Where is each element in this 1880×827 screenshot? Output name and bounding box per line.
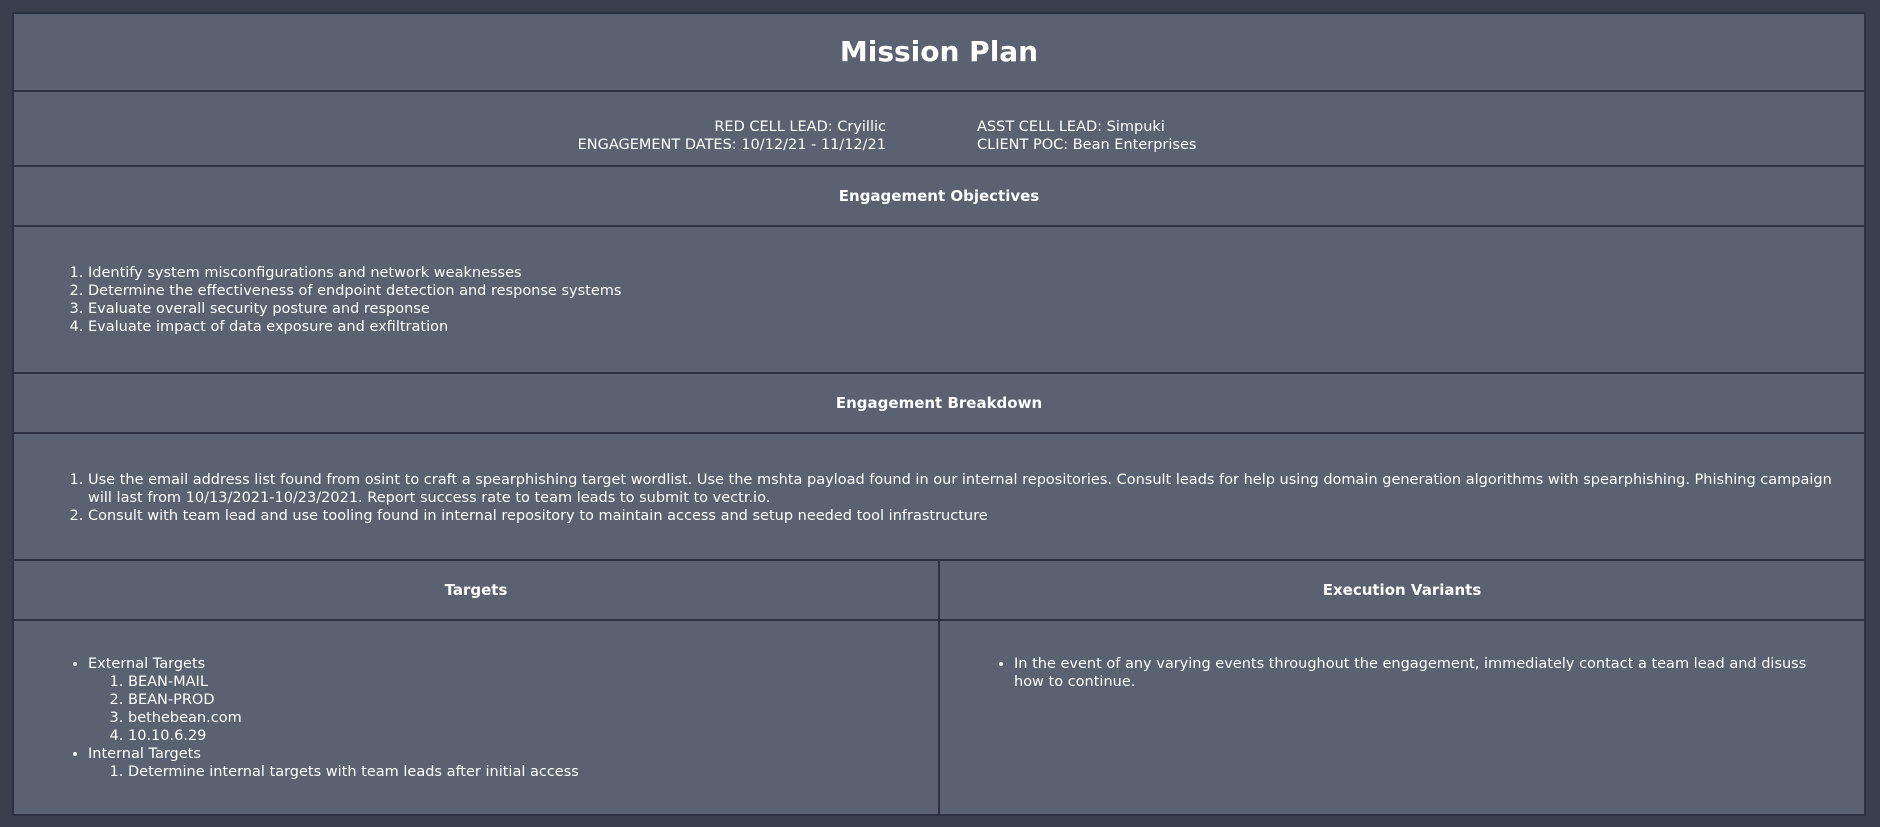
list-item: BEAN-MAIL (128, 673, 579, 691)
variants-heading: Execution Variants (1322, 581, 1482, 599)
variants-header: Execution Variants (940, 561, 1864, 621)
list-item: 10.10.6.29 (128, 727, 579, 745)
objectives-body: Identify system misconfigurations and ne… (14, 227, 1864, 374)
engagement-dates: ENGAGEMENT DATES: 10/12/21 - 11/12/21 (577, 137, 886, 153)
targets-heading: Targets (444, 581, 508, 599)
list-item: Use the email address list found from os… (88, 471, 1834, 507)
list-item: Determine the effectiveness of endpoint … (88, 282, 1824, 300)
external-targets-list: BEAN-MAIL BEAN-PROD bethebean.com 10.10.… (88, 673, 579, 745)
breakdown-body: Use the email address list found from os… (14, 434, 1864, 561)
targets-variants-section: Targets External Targets BEAN-MAIL BEAN-… (14, 561, 1864, 816)
targets-header: Targets (14, 561, 938, 621)
list-item: Evaluate impact of data exposure and exf… (88, 318, 1824, 336)
list-item: Consult with team lead and use tooling f… (88, 507, 1834, 525)
list-item: Determine internal targets with team lea… (128, 763, 579, 781)
list-item: BEAN-PROD (128, 691, 579, 709)
list-item: External Targets BEAN-MAIL BEAN-PROD bet… (88, 655, 579, 745)
external-targets-label: External Targets (88, 656, 206, 672)
leads-section: RED CELL LEAD: Cryillic ENGAGEMENT DATES… (14, 92, 1864, 167)
client-poc: CLIENT POC: Bean Enterprises (977, 137, 1197, 153)
targets-list: External Targets BEAN-MAIL BEAN-PROD bet… (74, 655, 579, 781)
objectives-list: Identify system misconfigurations and ne… (74, 264, 1824, 336)
list-item: Evaluate overall security posture and re… (88, 300, 1824, 318)
title-section: Mission Plan (14, 14, 1864, 92)
breakdown-header: Engagement Breakdown (14, 374, 1864, 434)
leads-left-column: RED CELL LEAD: Cryillic ENGAGEMENT DATES… (578, 118, 886, 154)
internal-targets-list: Determine internal targets with team lea… (88, 763, 579, 781)
variants-panel: Execution Variants In the event of any v… (940, 561, 1864, 816)
targets-panel: Targets External Targets BEAN-MAIL BEAN-… (14, 561, 940, 816)
asst-cell-lead: ASST CELL LEAD: Simpuki (977, 119, 1165, 135)
red-cell-lead: RED CELL LEAD: Cryillic (714, 119, 886, 135)
list-item: In the event of any varying events throu… (1014, 655, 1824, 691)
objectives-header: Engagement Objectives (14, 167, 1864, 227)
variants-list: In the event of any varying events throu… (1000, 655, 1824, 691)
list-item: bethebean.com (128, 709, 579, 727)
page-title: Mission Plan (839, 35, 1039, 68)
leads-right-column: ASST CELL LEAD: Simpuki CLIENT POC: Bean… (977, 118, 1196, 154)
mission-plan-document: Mission Plan RED CELL LEAD: Cryillic ENG… (12, 12, 1866, 816)
internal-targets-label: Internal Targets (88, 746, 201, 762)
breakdown-heading: Engagement Breakdown (835, 394, 1043, 412)
objectives-heading: Engagement Objectives (838, 187, 1040, 205)
list-item: Identify system misconfigurations and ne… (88, 264, 1824, 282)
list-item: Internal Targets Determine internal targ… (88, 745, 579, 781)
breakdown-list: Use the email address list found from os… (74, 471, 1834, 525)
